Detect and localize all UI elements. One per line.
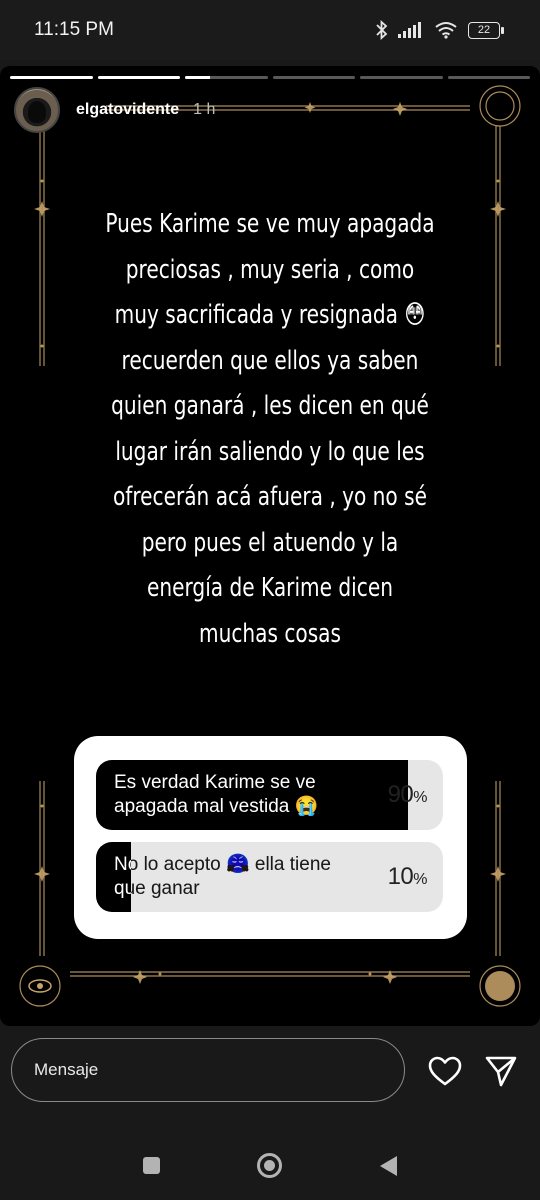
story-header: elgatovidente 1 h [14, 87, 216, 133]
username[interactable]: elgatovidente [76, 101, 179, 119]
poll-option-1[interactable]: Es verdad Karime se ve apagada mal vesti… [96, 760, 443, 830]
battery-icon: 22 [468, 21, 504, 39]
poll-option-2-percent: 10% [387, 863, 428, 890]
send-icon[interactable] [484, 1055, 518, 1087]
progress-segment-current [185, 76, 268, 79]
wifi-icon [435, 22, 457, 39]
status-bar: 11:15 PM 22 [0, 0, 540, 60]
time-ago: 1 h [193, 101, 216, 118]
signal-icon [398, 22, 421, 38]
back-button[interactable] [380, 1156, 397, 1176]
progress-segment [97, 76, 180, 79]
progress-segment [10, 76, 93, 79]
current-fill [185, 76, 210, 79]
status-time: 11:15 PM [34, 19, 114, 40]
status-icons: 22 [376, 16, 504, 44]
poll-option-2-label: No lo acepto 😤 ella tiene que ganar [114, 854, 331, 899]
progress-segment [447, 76, 530, 79]
progress-segment [272, 76, 355, 79]
message-input[interactable] [11, 1038, 405, 1102]
home-button[interactable] [257, 1153, 282, 1178]
poll-option-2[interactable]: No lo acepto 😤 ella tiene que ganar 10% [96, 842, 443, 912]
story-viewer[interactable]: elgatovidente 1 h Pues Karime se ve muy … [0, 66, 540, 1026]
poll-option-1-percent: 90% [387, 781, 428, 808]
poll-option-1-label: Es verdad Karime se ve apagada mal vesti… [114, 772, 319, 817]
bottom-bar [0, 1026, 540, 1200]
progress-segment [360, 76, 443, 79]
story-text: Pues Karime se ve muy apagada preciosas … [105, 209, 435, 649]
bluetooth-icon [376, 20, 388, 40]
recents-button[interactable] [143, 1157, 160, 1174]
system-nav-bar [0, 1146, 540, 1186]
heart-icon[interactable] [428, 1056, 462, 1086]
story-progress [10, 76, 530, 79]
poll-sticker: Es verdad Karime se ve apagada mal vesti… [74, 736, 467, 939]
avatar[interactable] [14, 87, 60, 133]
